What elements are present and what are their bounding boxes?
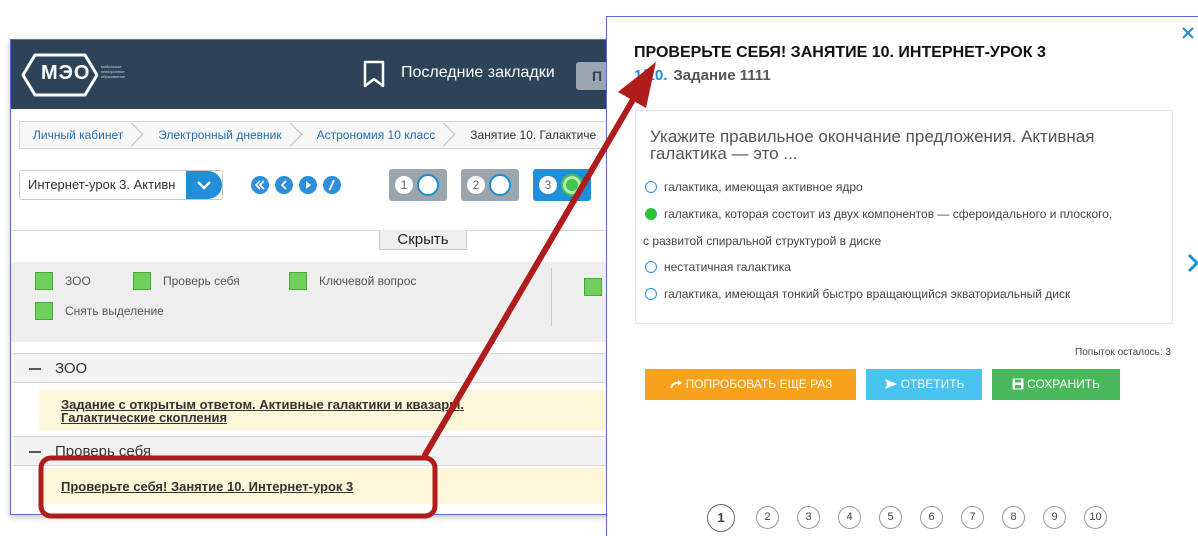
breadcrumb: Личный кабинет Электронный дневник Астроно… <box>19 121 639 149</box>
page-button-current[interactable]: 1 <box>707 504 735 532</box>
answer-label: ОТВЕТИТЬ <box>900 377 965 391</box>
breadcrumb-item[interactable]: Личный кабинет <box>20 122 145 148</box>
answer-option-4[interactable]: галактика, имеющая тонкий быстро вращающ… <box>645 287 1070 301</box>
page-button[interactable]: 2 <box>756 506 779 529</box>
step-status-icon <box>561 174 583 196</box>
redo-icon <box>669 380 682 389</box>
step-button-3[interactable]: 3 <box>533 169 591 201</box>
legend-label: Снять выделение <box>65 304 164 318</box>
meo-logo[interactable]: МЭО мобильное электронное образование <box>21 50 133 102</box>
answer-option-2-continued[interactable]: с развитой спиральной структурой в диске <box>643 234 881 248</box>
answer-option-2[interactable]: галактика, которая состоит из двух компо… <box>645 207 1112 221</box>
page-button[interactable]: 6 <box>920 506 943 529</box>
legend-swatch <box>35 302 53 320</box>
play-icon <box>306 181 311 189</box>
answer-option-1[interactable]: галактика, имеющая активное ядро <box>645 180 863 194</box>
answer-text: нестатичная галактика <box>664 260 791 274</box>
step-number: 2 <box>467 176 485 194</box>
legend-swatch <box>584 278 602 296</box>
select-toggle[interactable] <box>186 171 222 199</box>
attempts-remaining: Попыток осталось: 3 <box>1075 347 1171 358</box>
radio-button-checked[interactable] <box>645 208 657 220</box>
task-link[interactable]: Проверьте себя! Занятие 10. Интернет-уро… <box>61 479 353 494</box>
group-title: ЗОО <box>55 360 88 377</box>
hide-button[interactable]: Скрыть <box>379 230 467 250</box>
first-step-button[interactable] <box>251 176 269 194</box>
close-icon[interactable] <box>1180 25 1196 41</box>
page-button[interactable]: 5 <box>879 506 902 529</box>
question-text: Укажите правильное окончание предложения… <box>650 127 1095 163</box>
legend-swatch <box>133 272 151 290</box>
radio-button[interactable] <box>645 261 657 273</box>
save-button[interactable]: СОХРАНИТЬ <box>992 369 1120 400</box>
retry-button[interactable]: ПОПРОБОВАТЬ ЕЩЕ РАЗ <box>645 369 856 400</box>
modal-title: ПРОВЕРЬТЕ СЕБЯ! ЗАНЯТИЕ 10. ИНТЕРНЕТ-УРО… <box>634 44 1046 61</box>
minus-icon[interactable] <box>29 451 41 453</box>
group-title: Проверь себя <box>55 443 151 460</box>
double-chevron-left-icon <box>254 180 265 190</box>
task-row[interactable]: Проверьте себя! Занятие 10. Интернет-уро… <box>39 468 645 504</box>
pen-icon <box>328 179 335 191</box>
page-button[interactable]: 9 <box>1043 506 1066 529</box>
question-card: Укажите правильное окончание предложения… <box>635 110 1173 324</box>
legend-swatch <box>35 272 53 290</box>
step-number: 1 <box>395 176 413 194</box>
step-number: 3 <box>539 176 557 194</box>
next-step-button[interactable] <box>299 176 317 194</box>
breadcrumb-item-current: Занятие 10. Галактиче <box>470 128 597 142</box>
lesson-select[interactable]: Интернет-урок 3. Активн <box>19 170 223 200</box>
edit-button[interactable] <box>323 176 341 194</box>
logo-text: МЭО <box>41 62 91 84</box>
page-button[interactable]: 8 <box>1002 506 1025 529</box>
radio-button[interactable] <box>645 181 657 193</box>
legend-swatch <box>289 272 307 290</box>
answer-option-3[interactable]: нестатичная галактика <box>645 260 791 274</box>
breadcrumb-item[interactable]: Астрономия 10 класс <box>304 122 458 148</box>
prev-step-button[interactable] <box>275 176 293 194</box>
lms-window: МЭО мобильное электронное образование По… <box>10 39 650 515</box>
task-counter: 1/10. <box>634 67 668 84</box>
recent-bookmarks-link[interactable]: Последние закладки <box>401 64 555 82</box>
bookmark-icon[interactable] <box>363 60 385 88</box>
task-row[interactable]: Задание с открытым ответом. Активные гал… <box>39 390 645 430</box>
header-bar: МЭО мобильное электронное образование По… <box>11 40 649 109</box>
send-icon <box>884 379 897 389</box>
logo-tagline: мобильное электронное образование <box>101 64 125 79</box>
legend-separator <box>551 268 552 326</box>
page-button[interactable]: 7 <box>961 506 984 529</box>
step-button-1[interactable]: 1 <box>389 169 447 201</box>
chevron-right-icon[interactable] <box>1187 253 1198 273</box>
lesson-select-value: Интернет-урок 3. Активн <box>28 177 176 192</box>
legend-label: ЗОО <box>65 274 91 288</box>
answer-text: с развитой спиральной структурой в диске <box>643 234 882 248</box>
minus-icon[interactable] <box>29 368 41 370</box>
answer-text: галактика, имеющая активное ядро <box>664 180 863 194</box>
page-button[interactable]: 3 <box>797 506 820 529</box>
test-modal: ПРОВЕРЬТЕ СЕБЯ! ЗАНЯТИЕ 10. ИНТЕРНЕТ-УРО… <box>606 16 1198 536</box>
step-status-icon <box>489 174 511 196</box>
highlight-legend: ЗОО Проверь себя Ключевой вопрос Снять в… <box>11 262 649 342</box>
task-heading: 1/10. Задание 1111 <box>634 67 771 84</box>
legend-label: Ключевой вопрос <box>319 274 417 288</box>
legend-label: Проверь себя <box>163 274 240 288</box>
answer-text: галактика, которая состоит из двух компо… <box>664 207 1113 221</box>
divider <box>11 230 649 231</box>
task-link[interactable]: Задание с открытым ответом. Активные гал… <box>61 397 464 425</box>
chevron-down-icon <box>197 181 211 190</box>
step-button-2[interactable]: 2 <box>461 169 519 201</box>
group-header-self-check[interactable]: Проверь себя <box>13 436 645 466</box>
page-button[interactable]: 4 <box>838 506 861 529</box>
answer-text: галактика, имеющая тонкий быстро вращающ… <box>664 287 1071 301</box>
floppy-disk-icon <box>1012 378 1024 390</box>
page-button[interactable]: 10 <box>1084 506 1107 529</box>
answer-button[interactable]: ОТВЕТИТЬ <box>866 369 982 400</box>
retry-label: ПОПРОБОВАТЬ ЕЩЕ РАЗ <box>685 377 833 391</box>
step-status-icon <box>417 174 439 196</box>
chevron-left-icon <box>280 180 287 190</box>
task-label: Задание 1111 <box>673 67 771 84</box>
breadcrumb-item[interactable]: Электронный дневник <box>145 122 303 148</box>
group-header-zoo[interactable]: ЗОО <box>13 353 645 383</box>
radio-button[interactable] <box>645 288 657 300</box>
save-label: СОХРАНИТЬ <box>1027 377 1100 391</box>
